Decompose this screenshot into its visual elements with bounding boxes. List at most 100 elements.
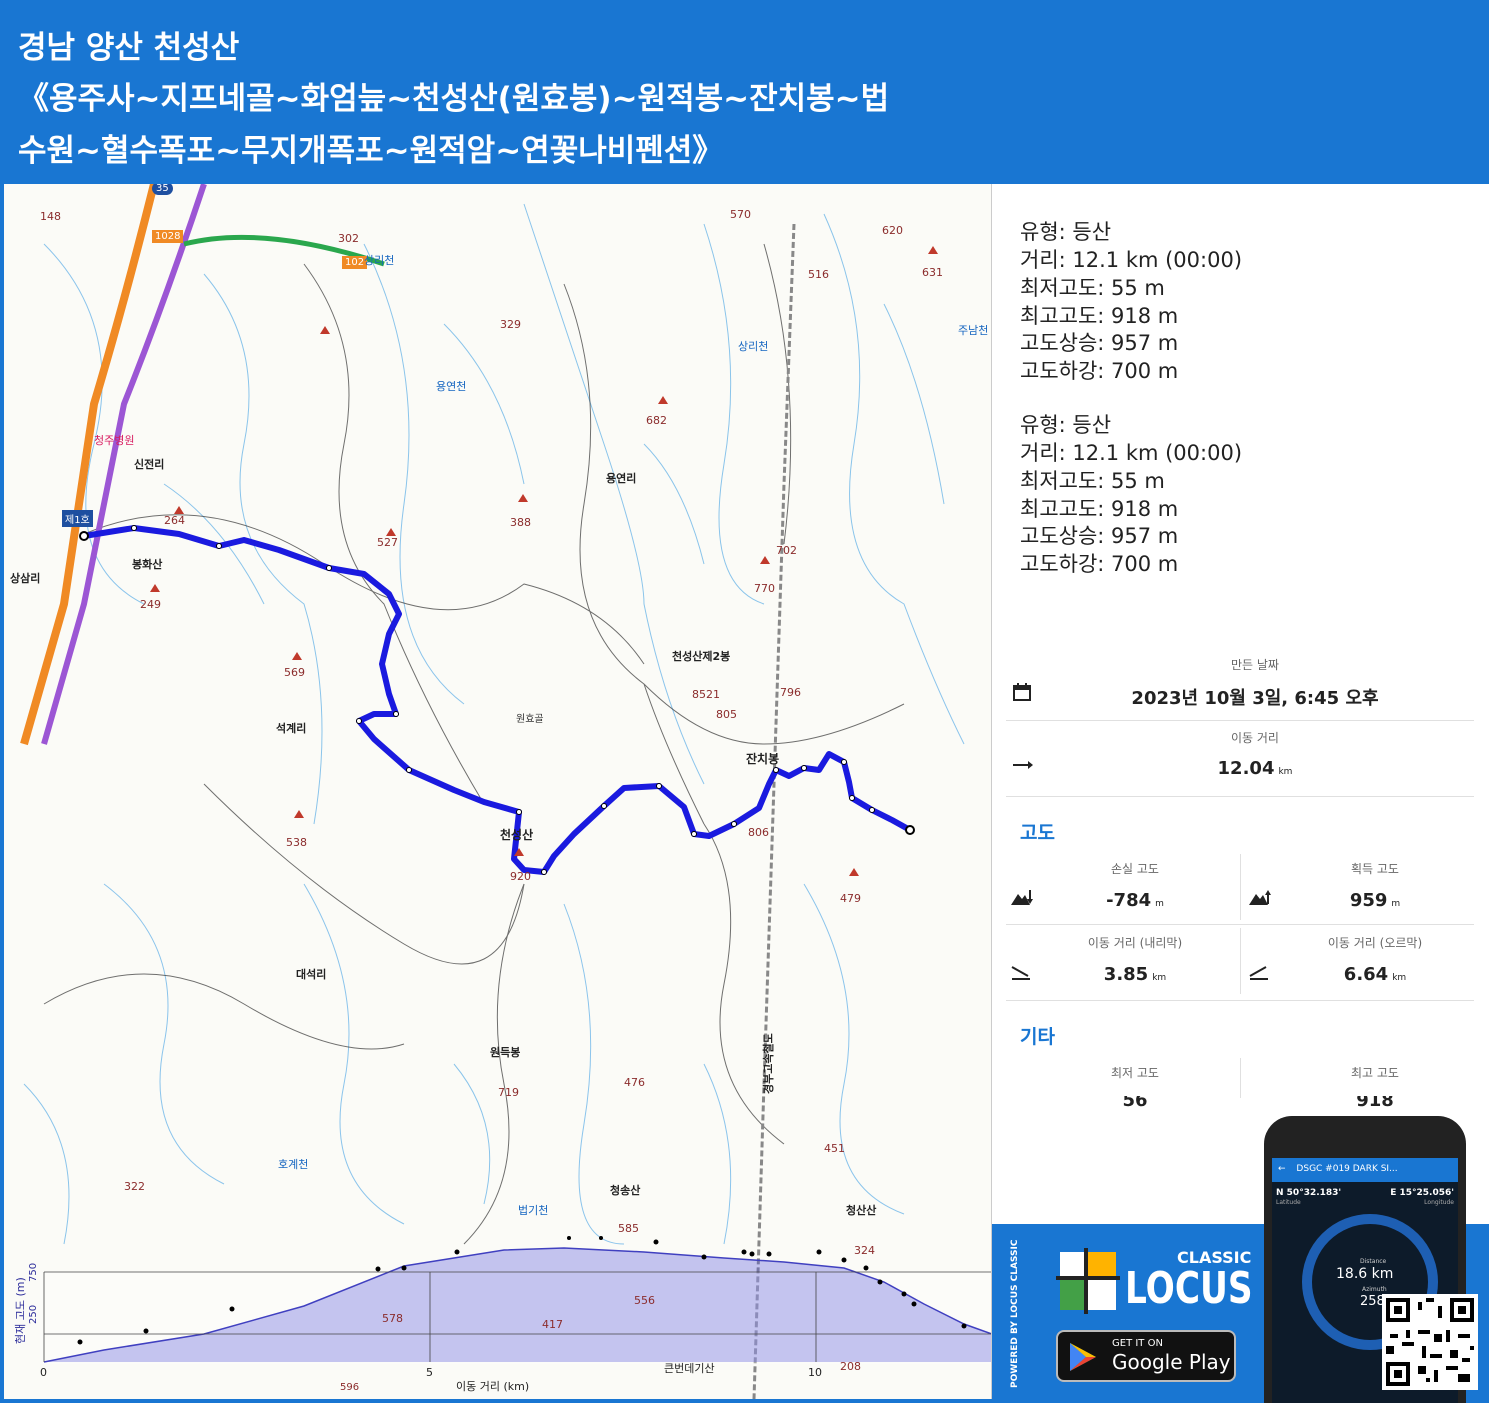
gain-altitude-label: 획득 고도 xyxy=(1351,862,1399,876)
phone-title: DSGC #019 DARK SI... xyxy=(1296,1164,1398,1174)
min-altitude-label: 최저 고도 xyxy=(1111,1066,1159,1080)
phone-lat: N 50°32.183' xyxy=(1276,1188,1342,1198)
map-label-556: 556 xyxy=(634,1294,655,1307)
map-label-620: 620 xyxy=(882,224,903,237)
loss-altitude-unit: m xyxy=(1155,899,1164,909)
phone-azimuth-label: Azimuth xyxy=(1362,1286,1387,1293)
moving-distance-value: 12.04 km xyxy=(1175,758,1335,779)
map-label-beopgicheon: 법기천 xyxy=(518,1204,549,1217)
stat1-distance: 거리: 12.1 km (00:00) xyxy=(1020,248,1243,272)
map-label-806: 806 xyxy=(748,826,769,839)
map-label-keunbeondegisan: 큰번데기산 xyxy=(664,1362,715,1375)
altitude-section-title: 고도 xyxy=(1020,822,1055,844)
moving-distance-unit: km xyxy=(1278,767,1293,777)
distance-down-value: 3.85 km xyxy=(1055,964,1215,985)
map-label-1028: 1028 xyxy=(152,230,184,243)
moving-distance-number: 12.04 xyxy=(1217,758,1275,779)
divider xyxy=(1006,924,1474,925)
map-label-sangsamri: 상삼리 xyxy=(10,572,41,585)
gplay-small-text: GET IT ON xyxy=(1112,1338,1163,1349)
created-label: 만든 날짜 xyxy=(1231,658,1279,672)
stat2-min-alt: 최저고도: 55 m xyxy=(1020,469,1165,493)
title-banner: 경남 양산 천성산 《용주사~지프네골~화엄늪~천성산(원효봉)~원적봉~잔치봉… xyxy=(0,0,1489,184)
map-label-570: 570 xyxy=(730,208,751,221)
elevation-y-axis-label: 현재 고도 (m) xyxy=(14,1277,27,1344)
uphill-icon xyxy=(1248,964,1270,985)
powered-by-label: POWERED BY LOCUS CLASSIC xyxy=(1010,1239,1020,1388)
map-label-585: 585 xyxy=(618,1222,639,1235)
route-end[interactable] xyxy=(905,825,915,835)
divider xyxy=(1006,796,1474,797)
streams xyxy=(23,203,965,1245)
downhill-icon xyxy=(1010,964,1032,985)
track-detail-panel: 유형: 등산 거리: 12.1 km (00:00) 최저고도: 55 m 최고… xyxy=(992,184,1489,1224)
map-label-796: 796 xyxy=(780,686,801,699)
divider xyxy=(1006,1000,1474,1001)
stat1-ascent: 고도상승: 957 m xyxy=(1020,331,1179,355)
map-label-hogyecheon: 호계천 xyxy=(278,1158,309,1171)
map-label-35: 35 xyxy=(152,184,173,195)
gain-altitude-value: 959 m xyxy=(1295,890,1455,911)
arrow-right-icon xyxy=(1012,756,1034,777)
route-start[interactable] xyxy=(79,531,89,541)
map-label-cheonseongsan: 천성산 xyxy=(500,828,534,842)
phone-distance: 18.6 km xyxy=(1336,1266,1394,1282)
qr-code[interactable] xyxy=(1382,1294,1478,1390)
phone-app-bar: ← DSGC #019 DARK SI... xyxy=(1272,1158,1458,1182)
distance-up-number: 6.64 xyxy=(1343,964,1389,985)
stat2-max-alt: 최고고도: 918 m xyxy=(1020,497,1179,521)
clipped-values-row: 56 918 xyxy=(992,1096,1489,1108)
map-label-596: 596 xyxy=(340,1382,360,1393)
distance-up-value: 6.64 km xyxy=(1295,964,1455,985)
map-label-sinjeonri: 신전리 xyxy=(134,458,165,471)
distance-down-number: 3.85 xyxy=(1103,964,1149,985)
max-altitude-value: 918 xyxy=(1356,1096,1394,1108)
distance-up-unit: km xyxy=(1392,973,1407,983)
map-label-770: 770 xyxy=(754,582,775,595)
map-label-cheongsongsan: 청송산 xyxy=(610,1184,641,1197)
map-label-417: 417 xyxy=(542,1318,563,1331)
map-label-249: 249 xyxy=(140,598,161,611)
divider-vertical xyxy=(1240,1058,1241,1098)
stat2-type: 유형: 등산 xyxy=(1020,413,1112,437)
map-label-719: 719 xyxy=(498,1086,519,1099)
phone-lat-label: Latitude xyxy=(1276,1199,1301,1206)
map-label-569: 569 xyxy=(284,666,305,679)
topographic-map[interactable]: 봉화산 264 249 527 388 569 석계리 천성산제2봉 8521 … xyxy=(4,184,992,1399)
hiking-route xyxy=(83,525,912,875)
phone-distance-label: Distance xyxy=(1360,1258,1387,1265)
map-label-527: 527 xyxy=(377,536,398,549)
map-label-seokgye: 석계리 xyxy=(276,722,307,735)
google-play-button[interactable]: GET IT ON Google Play xyxy=(1056,1330,1236,1382)
stat1-max-alt: 최고고도: 918 m xyxy=(1020,304,1179,328)
loss-altitude-label: 손실 고도 xyxy=(1111,862,1159,876)
map-label-329: 329 xyxy=(500,318,521,331)
peak-markers xyxy=(150,246,938,876)
map-label-324: 324 xyxy=(854,1244,875,1257)
divider xyxy=(1006,720,1474,721)
map-label-208: 208 xyxy=(840,1360,861,1373)
map-label-cheongsansan: 청산산 xyxy=(846,1204,877,1217)
map-label-302: 302 xyxy=(338,232,359,245)
map-label-wondeukbong: 원득봉 xyxy=(490,1046,521,1059)
map-label-264: 264 xyxy=(164,514,185,527)
map-label-railway: 경부고속철도 xyxy=(762,1033,775,1094)
map-label-578: 578 xyxy=(382,1312,403,1325)
gain-altitude-unit: m xyxy=(1391,899,1401,909)
locus-logo-icon xyxy=(1056,1248,1120,1314)
map-label-junamcheon: 주남천 xyxy=(958,324,989,337)
stat1-type: 유형: 등산 xyxy=(1020,220,1112,244)
title-line-3: 수원~혈수폭포~무지개폭포~원적암~연꽃나비펜션》 xyxy=(18,133,724,169)
stat1-min-alt: 최저고도: 55 m xyxy=(1020,276,1165,300)
min-altitude-value: 56 xyxy=(1122,1096,1148,1108)
elevation-x-tick-5: 5 xyxy=(426,1366,433,1379)
map-label-631: 631 xyxy=(922,266,943,279)
distance-down-label: 이동 거리 (내리막) xyxy=(1087,936,1183,950)
map-label-476: 476 xyxy=(624,1076,645,1089)
map-label-peak2: 천성산제2봉 xyxy=(672,650,731,663)
descent-mountain-icon xyxy=(1010,888,1034,911)
map-label-148: 148 xyxy=(40,210,61,223)
loss-altitude-number: -784 xyxy=(1106,890,1152,911)
distance-down-unit: km xyxy=(1152,973,1167,983)
map-label-920: 920 xyxy=(510,870,531,883)
